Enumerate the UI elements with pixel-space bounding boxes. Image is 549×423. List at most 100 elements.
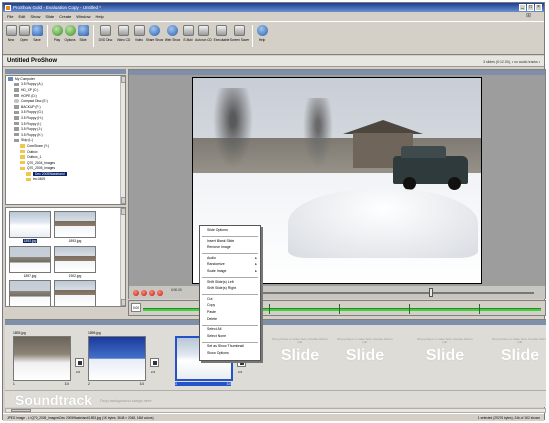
seek-handle[interactable] xyxy=(429,288,433,297)
empty-slot-hint: Drop photos or video here. Double click … xyxy=(337,337,393,345)
screen-saver-button[interactable]: Screen Saver xyxy=(230,25,249,54)
new-button[interactable]: New xyxy=(5,25,17,54)
menu-file[interactable]: File xyxy=(7,14,13,20)
tree-item-label: tm-0405 xyxy=(33,177,46,182)
menu-item-delete[interactable]: Delete xyxy=(200,317,260,324)
menu-edit[interactable]: Edit xyxy=(18,14,25,20)
menu-item-set-as-show-thumbnail[interactable]: Set as Show Thumbnail xyxy=(200,344,260,351)
autorun-cd-button[interactable]: Autorun CD xyxy=(195,25,212,54)
menu-item-scale-image[interactable]: Scale Image ▸ xyxy=(200,269,260,276)
menu-item-slide-options[interactable]: Slide Options xyxy=(200,228,260,235)
menu-item-paste[interactable]: Paste xyxy=(200,310,260,317)
file-thumbnail[interactable] xyxy=(54,280,96,306)
tree-item[interactable]: tm-0405 xyxy=(6,177,125,183)
menu-window[interactable]: Window xyxy=(76,14,90,20)
folder-tree[interactable]: My Computer 3.5 Floppy (A:) HD_XP (C:) HOPE… xyxy=(5,75,126,205)
menu-item-shift-slide-s-right[interactable]: Shift Slide(s) Right xyxy=(200,286,260,293)
folders-header xyxy=(5,69,126,74)
thumbnail-image xyxy=(9,280,51,306)
maximize-button[interactable]: □ xyxy=(527,4,534,11)
file-thumbnails[interactable]: 1893.jpg 1893.jpg 1897.jpg 1902.jpg xyxy=(5,207,126,307)
tree-item-label: Outbox_1 xyxy=(27,155,42,160)
play-icon xyxy=(51,25,63,36)
menu-item-insert-blank-slide[interactable]: Insert Blank Slide xyxy=(200,239,260,246)
file-thumbnail[interactable]: 1897.jpg xyxy=(9,246,51,278)
playback-bar: 0:00.00 xyxy=(129,286,545,299)
menu-item-label: Copy xyxy=(207,303,216,308)
thumbs-scrollbar[interactable] xyxy=(120,208,125,306)
stop-button[interactable] xyxy=(149,290,155,296)
play-label: Play xyxy=(53,38,61,42)
save-button[interactable]: Save xyxy=(31,25,43,54)
menu-item-select-all[interactable]: Select All xyxy=(200,327,260,334)
folder-icon xyxy=(20,160,25,165)
menu-item-randomize[interactable]: Randomize ▸ xyxy=(200,262,260,269)
scrollbar-thumb[interactable] xyxy=(11,409,31,412)
email-button[interactable]: E-Mail xyxy=(182,25,194,54)
file-thumbnail[interactable]: 1902.jpg xyxy=(54,246,96,278)
menu-separator xyxy=(202,294,258,296)
menu-create[interactable]: Create xyxy=(59,14,71,20)
menu-slide[interactable]: Slide xyxy=(45,14,54,20)
empty-slide-slot[interactable]: Drop photos or video here. Double click … xyxy=(490,337,546,393)
play-button[interactable]: Play xyxy=(51,25,63,54)
save-label: Save xyxy=(33,38,41,42)
menu-separator xyxy=(202,341,258,343)
soundtrack-area[interactable]: Soundtrack Drop background songs here xyxy=(5,390,546,408)
submenu-arrow-icon: ▸ xyxy=(255,255,257,260)
next-button[interactable] xyxy=(157,290,163,296)
menu-item-cut[interactable]: Cut xyxy=(200,297,260,304)
slide-meta: 3 3.0 xyxy=(175,382,231,386)
executable-button[interactable]: Executable xyxy=(213,25,230,54)
status-right: 1 selected (29276 bytes), 24b of 1K2 sho… xyxy=(477,416,540,420)
menu-item-show-options[interactable]: Show Options xyxy=(200,351,260,358)
tree-scrollbar[interactable] xyxy=(120,76,125,204)
slide-button[interactable]: Slide xyxy=(77,25,89,54)
menu-item-audio[interactable]: Audio ▸ xyxy=(200,256,260,263)
slide-slot[interactable]: 1893.jpg 1 3.0 xyxy=(13,331,73,391)
empty-slot-hint: Drop photos or video here. Double click … xyxy=(272,337,328,345)
menu-item-shift-slide-s-left[interactable]: Shift Slide(s) Left xyxy=(200,280,260,287)
file-thumbnail[interactable] xyxy=(9,280,51,306)
minimize-button[interactable]: _ xyxy=(519,4,526,11)
previous-button[interactable] xyxy=(133,290,139,296)
slide-slot[interactable]: 1899.jpg 2 3.0 xyxy=(88,331,148,391)
share-show-button[interactable]: Share Show xyxy=(146,25,163,54)
menu-show[interactable]: Show xyxy=(30,14,40,20)
thumbnail-image xyxy=(9,211,51,238)
tree-item-label: HOPE (D:) xyxy=(21,93,37,98)
status-bar: JPEG Image - L:\Q70_2005_Images\Dec 2005… xyxy=(3,413,544,421)
empty-slide-slot[interactable]: Drop photos or video here. Double click … xyxy=(270,337,330,393)
title-bar[interactable]: ProShow Gold - Evaluation Copy - Untitle… xyxy=(3,3,544,12)
menu-item-copy[interactable]: Copy xyxy=(200,303,260,310)
thumbnail-image xyxy=(54,246,96,273)
slide-label: Slide xyxy=(79,38,87,42)
empty-slide-slot[interactable]: Drop photos or video here. Double click … xyxy=(335,337,395,393)
timeline[interactable]: 0:00 xyxy=(128,300,546,316)
slide-list-header xyxy=(5,320,546,325)
thumbnail-filename: 1893.jpg xyxy=(68,239,82,243)
menu-item-select-none[interactable]: Select None xyxy=(200,334,260,341)
empty-slide-slot[interactable]: Drop photos or video here. Double click … xyxy=(415,337,475,393)
menu-item-label: Select None xyxy=(207,333,227,338)
play-preview-button[interactable] xyxy=(141,290,147,296)
file-thumbnail[interactable]: 1893.jpg xyxy=(54,211,96,243)
options-button[interactable]: Options xyxy=(64,25,76,54)
slide-duration: 3.0 xyxy=(226,382,231,386)
thumbnail-caption: 1893.jpg xyxy=(54,239,96,243)
close-button[interactable]: × xyxy=(535,4,542,11)
help-button[interactable]: Help xyxy=(256,25,268,54)
video-button[interactable]: Video xyxy=(133,25,145,54)
video-label: Video xyxy=(134,38,144,42)
transition-button[interactable] xyxy=(75,358,84,367)
video-cd-button[interactable]: Video CD xyxy=(115,25,132,54)
open-button[interactable]: Open xyxy=(18,25,30,54)
menu-help[interactable]: Help xyxy=(96,14,104,20)
file-thumbnail[interactable]: 1893.jpg xyxy=(9,211,51,243)
web-show-button[interactable]: Web Show xyxy=(164,25,181,54)
transition-button[interactable] xyxy=(150,358,159,367)
dvd-button[interactable]: DVD Disc xyxy=(97,25,114,54)
menu-item-remove-image[interactable]: Remove Image xyxy=(200,245,260,252)
playback-time: 0:00.00 xyxy=(171,288,182,292)
empty-slot-label: Slide xyxy=(280,346,320,364)
